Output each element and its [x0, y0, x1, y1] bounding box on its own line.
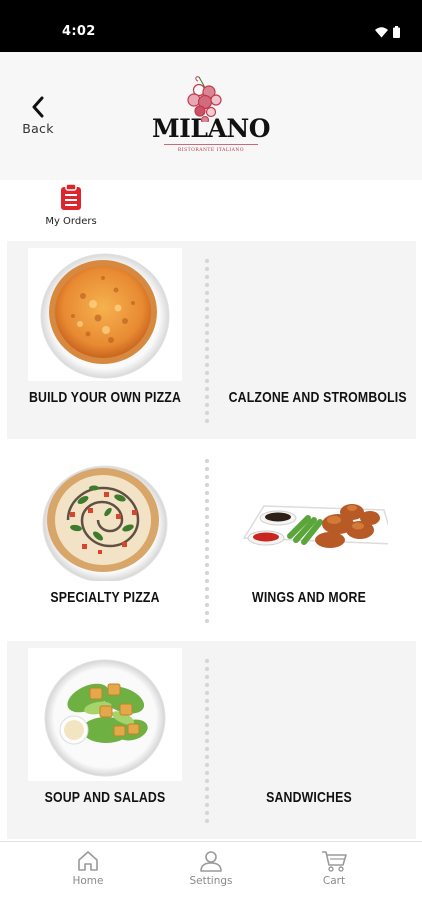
logo-tagline: RISTORANTE ITALIANO: [177, 148, 245, 153]
bottom-nav: Home Settings Cart: [0, 841, 422, 900]
cheese-pizza-image: [40, 253, 170, 379]
back-button[interactable]: Back: [18, 96, 58, 144]
category-row: BUILD YOUR OWN PIZZA CALZONE AND STROMBO…: [7, 241, 416, 439]
nav-cart[interactable]: Cart: [294, 850, 374, 887]
app-header: Back MILANO RISTORANTE ITALIANO: [0, 52, 422, 180]
column-divider: [204, 657, 210, 825]
restaurant-logo: MILANO RISTORANTE ITALIANO: [150, 72, 272, 156]
status-time: 4:02: [62, 24, 96, 39]
back-label: Back: [22, 121, 54, 136]
orders-strip: My Orders: [0, 180, 422, 240]
clipboard-icon: [61, 184, 81, 210]
nav-label: Settings: [189, 875, 233, 887]
my-orders-button[interactable]: My Orders: [42, 184, 100, 227]
category-label: WINGS AND MORE: [252, 589, 366, 606]
column-divider: [204, 457, 210, 625]
user-icon: [200, 851, 222, 872]
category-row: SOUP AND SALADS SANDWICHES: [7, 641, 416, 839]
nav-home[interactable]: Home: [48, 850, 128, 887]
category-sandwiches[interactable]: SANDWICHES: [213, 641, 409, 839]
my-orders-label: My Orders: [45, 216, 97, 227]
logo-divider: [164, 144, 258, 145]
chicken-wings-image: [242, 504, 396, 548]
category-image: [28, 448, 182, 583]
status-icons: [375, 25, 400, 43]
category-wings-and-more[interactable]: WINGS AND MORE: [213, 441, 409, 639]
category-label: CALZONE AND STROMBOLIS: [228, 389, 407, 406]
nav-settings[interactable]: Settings: [171, 850, 251, 887]
category-calzone-and-strombolis[interactable]: CALZONE AND STROMBOLIS: [213, 241, 409, 439]
category-label: SPECIALTY PIZZA: [50, 589, 160, 606]
category-row: SPECIALTY PIZZA WINGS AND MORE: [7, 441, 416, 639]
battery-icon: [393, 25, 400, 43]
category-label: SOUP AND SALADS: [44, 789, 166, 806]
logo-name: MILANO: [152, 114, 270, 143]
nav-label: Cart: [322, 875, 346, 887]
chevron-left-icon: [32, 96, 44, 118]
category-image: [28, 648, 182, 781]
caesar-salad-image: [44, 659, 166, 777]
category-specialty-pizza[interactable]: SPECIALTY PIZZA: [7, 441, 203, 639]
nav-label: Home: [72, 875, 104, 887]
category-image: [28, 248, 182, 381]
category-soup-and-salads[interactable]: SOUP AND SALADS: [7, 641, 203, 839]
cart-icon: [322, 851, 347, 872]
status-bar: 4:02: [0, 0, 422, 52]
category-label: SANDWICHES: [266, 789, 352, 806]
wifi-icon: [375, 25, 388, 43]
category-build-your-own-pizza[interactable]: BUILD YOUR OWN PIZZA: [7, 241, 203, 439]
column-divider: [204, 257, 210, 425]
category-image: [234, 448, 396, 581]
specialty-pizza-image: [42, 465, 168, 583]
home-icon: [78, 851, 98, 871]
category-label: BUILD YOUR OWN PIZZA: [28, 389, 182, 406]
